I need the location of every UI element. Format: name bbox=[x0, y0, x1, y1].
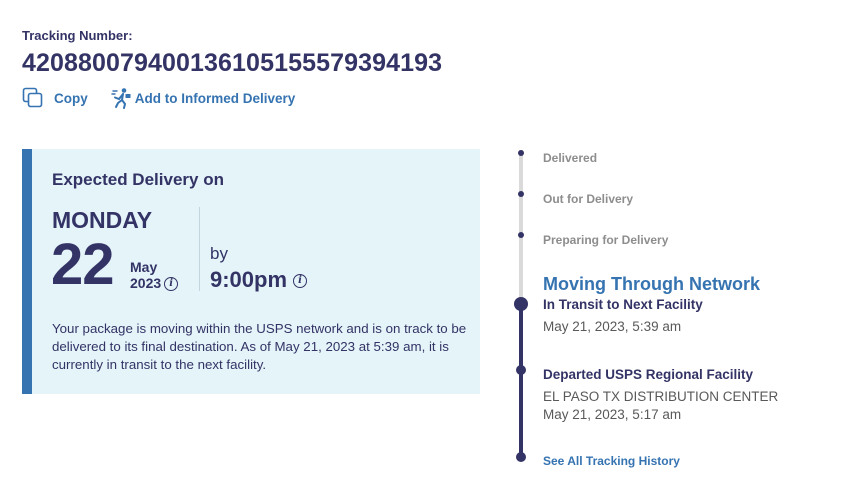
delivery-time-row: 9:00pm i bbox=[210, 267, 308, 293]
delivery-date: 22 bbox=[51, 232, 115, 297]
event-title: In Transit to Next Facility bbox=[543, 297, 703, 312]
timeline-dot-current bbox=[514, 297, 528, 311]
delivery-time: 9:00pm bbox=[210, 267, 288, 292]
timeline-dot-out-for-delivery bbox=[518, 191, 524, 197]
delivery-by-label: by bbox=[210, 244, 228, 263]
expected-delivery-card: Expected Delivery on MONDAY 22 May 2023 i… bbox=[22, 149, 480, 394]
timeline-dot-event bbox=[516, 365, 526, 375]
timeline-step-preparing: Preparing for Delivery bbox=[543, 233, 669, 247]
timeline-dot-delivered bbox=[518, 150, 524, 156]
tracking-number-label: Tracking Number: bbox=[22, 28, 133, 43]
delivery-status-description: Your package is moving within the USPS n… bbox=[52, 321, 467, 372]
event-timestamp: May 21, 2023, 5:39 am bbox=[543, 319, 682, 334]
delivery-year-row: 2023 i bbox=[130, 275, 179, 292]
see-all-tracking-history-link[interactable]: See All Tracking History bbox=[543, 454, 680, 468]
informed-delivery-icon bbox=[111, 88, 131, 109]
current-status-heading: Moving Through Network bbox=[543, 274, 760, 294]
date-info-icon[interactable]: i bbox=[164, 277, 179, 292]
timeline-dot-preparing bbox=[518, 232, 524, 238]
informed-delivery-label: Add to Informed Delivery bbox=[134, 90, 296, 106]
time-info-icon[interactable]: i bbox=[293, 274, 308, 289]
delivery-month: May bbox=[130, 259, 158, 275]
delivery-year: 2023 bbox=[130, 275, 162, 291]
timeline-progress-line bbox=[519, 304, 523, 458]
add-to-informed-delivery-button[interactable]: Add to Informed Delivery bbox=[110, 87, 296, 109]
timeline-step-out-for-delivery: Out for Delivery bbox=[543, 192, 634, 206]
copy-icon bbox=[22, 87, 43, 108]
timeline-upcoming-line bbox=[519, 150, 523, 304]
timeline-dot-history bbox=[516, 452, 526, 462]
event-location: EL PASO TX DISTRIBUTION CENTER bbox=[543, 389, 779, 404]
event-title: Departed USPS Regional Facility bbox=[543, 367, 754, 382]
delivery-day: MONDAY bbox=[52, 207, 153, 233]
event-timestamp: May 21, 2023, 5:17 am bbox=[543, 407, 682, 422]
copy-button[interactable]: Copy bbox=[22, 87, 88, 109]
copy-label: Copy bbox=[54, 90, 88, 106]
expected-delivery-title: Expected Delivery on bbox=[52, 170, 224, 189]
tracking-timeline: Delivered Out for Delivery Preparing for… bbox=[508, 146, 838, 496]
timeline-step-delivered: Delivered bbox=[543, 151, 598, 165]
tracking-actions: Copy Add to Informed Delivery bbox=[22, 87, 295, 109]
tracking-number: 420880079400136105155579394193 bbox=[22, 49, 443, 77]
date-time-divider bbox=[199, 207, 200, 291]
